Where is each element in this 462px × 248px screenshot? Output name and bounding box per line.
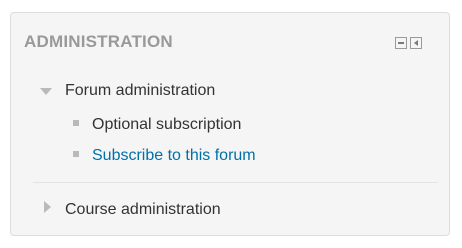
- subscribe-to-forum-link[interactable]: Subscribe to this forum: [92, 147, 256, 165]
- course-administration-label[interactable]: Course administration: [65, 201, 221, 219]
- bullet-icon: [73, 151, 79, 157]
- optional-subscription-label: Optional subscription: [92, 116, 242, 133]
- divider: [33, 182, 438, 183]
- minus-box-icon[interactable]: [395, 37, 407, 49]
- dock-left-icon[interactable]: [410, 37, 422, 49]
- forum-administration-label[interactable]: Forum administration: [65, 82, 215, 100]
- collapsed-triangle-icon[interactable]: [44, 201, 51, 213]
- block-title: ADMINISTRATION: [24, 32, 173, 51]
- bullet-icon: [73, 120, 79, 126]
- expanded-triangle-icon[interactable]: [40, 88, 52, 95]
